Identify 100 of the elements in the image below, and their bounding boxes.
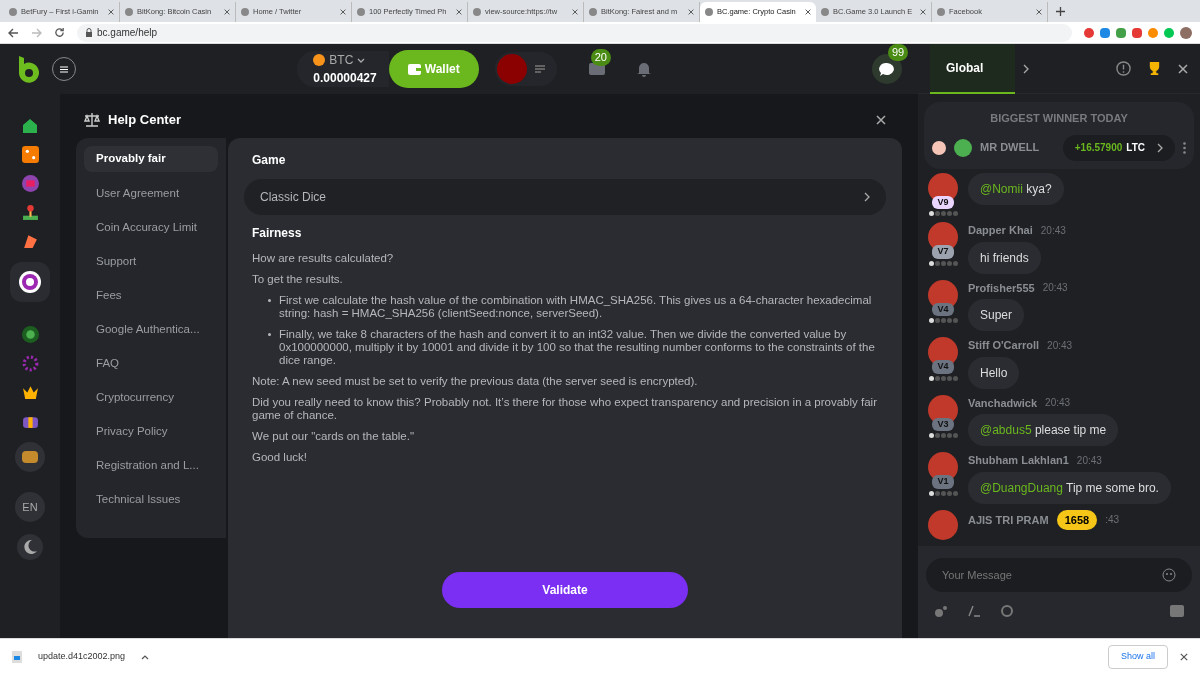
help-menu-item[interactable]: Technical Issues: [88, 488, 214, 512]
close-icon[interactable]: [920, 9, 926, 15]
section-heading: Fairness: [252, 227, 303, 240]
message-text: please tip me: [1034, 423, 1107, 437]
user-panel[interactable]: [494, 52, 557, 86]
help-menu-item[interactable]: Google Authentica...: [88, 318, 214, 342]
message-text: Tip me some bro.: [1066, 480, 1159, 495]
ring-icon[interactable]: [21, 355, 39, 372]
balance-panel[interactable]: BTC 0.00000427: [297, 51, 389, 87]
chat-toggle-button[interactable]: [872, 54, 902, 84]
chevron-right-icon[interactable]: [1023, 63, 1030, 74]
bitcoin-icon: [313, 54, 326, 66]
user-name[interactable]: Shubham Lakhlan1: [968, 452, 1069, 469]
help-menu-item[interactable]: User Agreement: [88, 182, 214, 206]
user-name[interactable]: AJIS TRI PRAM: [968, 511, 1049, 528]
coin-icon[interactable]: [1000, 604, 1014, 618]
bullet-icon: [268, 333, 271, 336]
help-menu-item[interactable]: Cryptocurrency: [88, 386, 214, 410]
more-icon[interactable]: [1183, 141, 1186, 154]
list-icon: [534, 65, 545, 73]
vip-level: V1: [932, 475, 954, 489]
close-icon[interactable]: [688, 9, 694, 15]
unread-count-badge[interactable]: 1658: [1056, 509, 1098, 530]
help-menu-item[interactable]: Registration and L...: [88, 454, 214, 478]
mention-link[interactable]: @DuangDuang: [980, 480, 1063, 495]
close-icon[interactable]: [1036, 9, 1042, 15]
reload-icon[interactable]: [54, 27, 65, 38]
favicon-icon: [473, 8, 481, 16]
address-bar[interactable]: bc.game/help: [77, 23, 1072, 42]
mention-link[interactable]: @abdus5: [980, 423, 1032, 437]
progress-dots: [928, 433, 958, 438]
winner-title: BIGGEST WINNER TODAY: [989, 111, 1129, 126]
back-icon[interactable]: [8, 27, 19, 38]
favicon-icon: [821, 8, 829, 16]
help-menu-item[interactable]: Coin Accuracy Limit: [88, 216, 214, 240]
message-input[interactable]: Your Message: [926, 558, 1192, 592]
message-text: kya?: [1026, 181, 1052, 196]
dice-icon[interactable]: [21, 146, 39, 163]
game-select[interactable]: Classic Dice: [244, 179, 886, 215]
paragraph: Note: A new seed must be set to verify the previous data (the server seed is encrypted).: [252, 375, 699, 388]
bell-icon[interactable]: [636, 61, 651, 77]
emoji-icon[interactable]: [1162, 568, 1176, 582]
info-icon[interactable]: [1116, 61, 1131, 76]
lock-icon: [85, 28, 93, 37]
help-menu-item[interactable]: FAQ: [88, 352, 214, 376]
global-tab[interactable]: Global: [930, 43, 1016, 94]
close-icon[interactable]: [340, 9, 346, 15]
caret-up-icon[interactable]: [141, 654, 150, 660]
spiral-button[interactable]: [10, 262, 50, 302]
paragraph: We put our "cards on the table.": [252, 430, 416, 443]
close-icon[interactable]: [1178, 63, 1188, 74]
help-menu-item[interactable]: Privacy Policy: [88, 420, 214, 444]
drops-icon[interactable]: [934, 604, 948, 618]
close-icon[interactable]: [456, 9, 462, 15]
help-menu-item[interactable]: Support: [88, 250, 214, 274]
download-item[interactable]: update.d41c2002.png: [38, 650, 126, 664]
home-icon[interactable]: [22, 118, 38, 134]
close-icon[interactable]: [572, 9, 578, 15]
new-tab-icon[interactable]: [1056, 7, 1065, 16]
close-icon[interactable]: [108, 9, 114, 15]
list-item-text: First we calculate the hash value of the combination with HMAC_SHA256. This gives us a 64-character hexadecimal string: hash = HMAC_SHA256 (clientSeed:nonce, serverSeed).: [279, 294, 873, 320]
crown-icon[interactable]: [21, 384, 39, 401]
message-text: Super: [980, 308, 1013, 322]
show-all-button[interactable]: Show all: [1107, 645, 1168, 669]
user-name[interactable]: Dapper Khai: [968, 222, 1033, 239]
moon-icon[interactable]: [17, 534, 43, 560]
help-center-title: Help Center: [108, 111, 181, 130]
winner-amount-pill[interactable]: +16.57900 LTC: [1062, 134, 1175, 161]
menu-icon: [60, 65, 68, 73]
message-time: 20:43: [1047, 338, 1073, 353]
trophy-icon[interactable]: [1147, 61, 1162, 76]
language-button[interactable]: EN: [15, 492, 45, 522]
chat-icon: [879, 61, 895, 77]
list-item-text: Finally, we take 8 characters of the hash and convert it to an int32 value. Then we divide the converted value by 0x100000000, multiply it by 10001 and divide it by 100 so that the resulting number conforms to the constraints of the dice range.: [279, 328, 876, 367]
message-time: :43: [1105, 513, 1120, 528]
close-icon[interactable]: [876, 115, 886, 125]
avatar: [954, 138, 972, 157]
command-icon[interactable]: [968, 605, 980, 617]
progress-dots: [928, 260, 958, 266]
help-menu-item[interactable]: Provably fair: [84, 146, 218, 172]
user-name[interactable]: Vanchadwick: [968, 394, 1038, 411]
logo-icon[interactable]: [16, 54, 40, 84]
close-icon[interactable]: [1180, 653, 1188, 661]
mention-link[interactable]: @Nomii: [980, 181, 1023, 196]
chevron-down-icon: [357, 57, 366, 63]
close-icon[interactable]: [805, 9, 811, 15]
message-text: hi friends: [980, 250, 1029, 265]
message-time: 20:43: [1076, 453, 1102, 468]
message-time: 20:43: [1045, 396, 1071, 411]
user-name[interactable]: Profisher555: [968, 279, 1035, 296]
paragraph: Good luck!: [252, 451, 308, 464]
joystick-icon[interactable]: [21, 204, 39, 221]
currency-label: BTC: [329, 52, 354, 69]
progress-dots: [928, 318, 958, 323]
close-icon[interactable]: [224, 9, 230, 15]
message-time: 20:43: [1040, 223, 1066, 238]
user-name[interactable]: Stiff O'Carroll: [968, 337, 1040, 354]
extension-icons[interactable]: [1084, 26, 1192, 39]
validate-button[interactable]: Validate: [442, 572, 688, 608]
help-menu-item[interactable]: Fees: [88, 284, 214, 308]
